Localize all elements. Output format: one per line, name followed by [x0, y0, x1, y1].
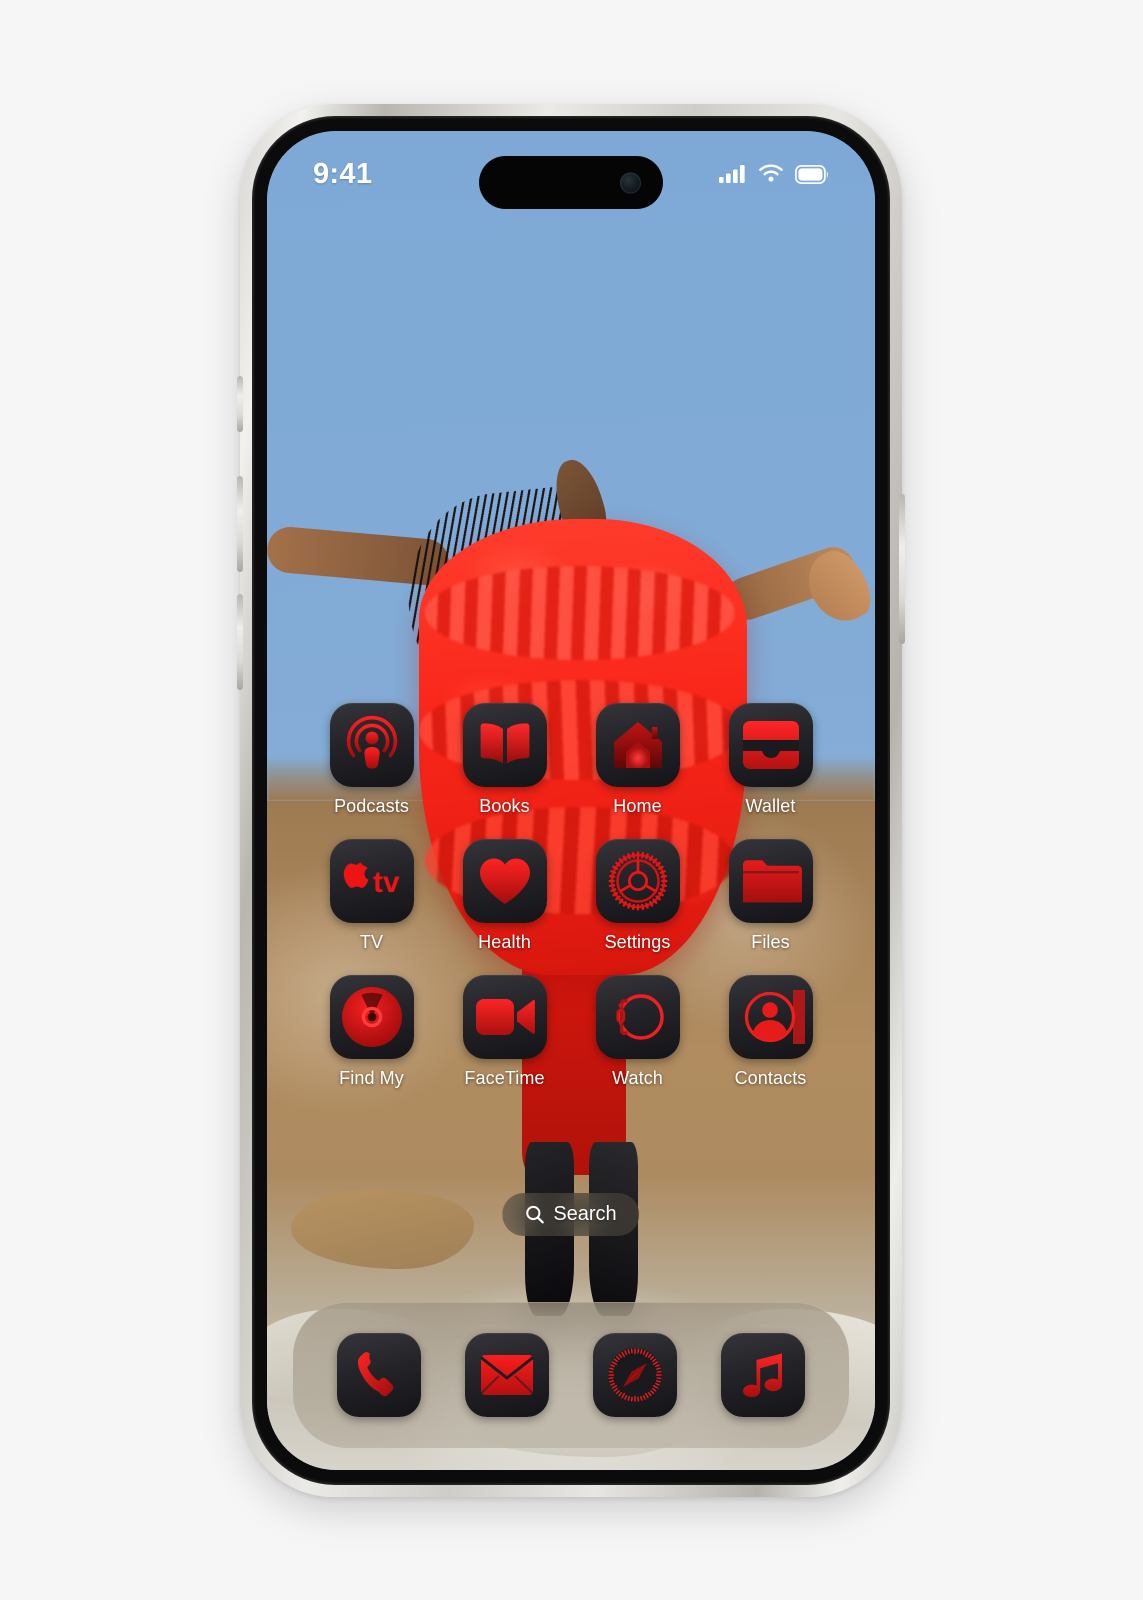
status-time: 9:41 [313, 157, 373, 190]
app-tv[interactable]: tv TV [305, 839, 438, 953]
app-home[interactable]: Home [571, 703, 704, 817]
search-button[interactable]: Search [502, 1193, 640, 1236]
wallet-icon [728, 703, 813, 787]
app-label: Watch [612, 1068, 663, 1088]
app-find-my[interactable]: Find My [305, 975, 438, 1089]
device-bezel: 9:41 Podcasts Books Home Wallet tv TV He… [252, 116, 890, 1485]
home-icon [595, 703, 680, 787]
podcasts-icon [329, 703, 414, 787]
find-my-icon [329, 975, 414, 1059]
app-files[interactable]: Files [704, 839, 837, 953]
apple-tv-icon: tv [329, 839, 414, 923]
volume-up-button[interactable] [237, 476, 243, 572]
app-wallet[interactable]: Wallet [704, 703, 837, 817]
wifi-icon [759, 164, 783, 182]
app-label: FaceTime [464, 1068, 545, 1088]
search-icon [526, 1205, 544, 1224]
app-label: TV [359, 932, 384, 952]
app-label: Find My [339, 1068, 404, 1088]
app-label: Books [479, 796, 530, 816]
health-icon [462, 839, 547, 923]
dock [293, 1302, 849, 1448]
battery-icon [795, 164, 828, 184]
watch-icon [595, 975, 680, 1059]
safari-icon [608, 1348, 662, 1402]
app-label: Health [478, 932, 531, 952]
cellular-signal-icon [719, 165, 745, 183]
music-icon [743, 1353, 782, 1398]
status-indicators [719, 164, 829, 184]
volume-down-button[interactable] [237, 594, 243, 690]
dynamic-island[interactable] [479, 156, 663, 209]
dock-item-mail[interactable] [465, 1333, 549, 1417]
phone-icon [357, 1352, 394, 1397]
app-label: Files [751, 932, 790, 952]
app-podcasts[interactable]: Podcasts [305, 703, 438, 817]
search-label: Search [553, 1203, 617, 1225]
app-watch[interactable]: Watch [571, 975, 704, 1089]
device-screen: 9:41 Podcasts Books Home Wallet tv TV He… [267, 131, 875, 1470]
dock-item-phone[interactable] [337, 1333, 421, 1417]
books-icon [462, 703, 547, 787]
dock-item-safari[interactable] [593, 1333, 677, 1417]
svg-text:tv: tv [373, 866, 400, 899]
action-button[interactable] [237, 376, 243, 432]
app-books[interactable]: Books [438, 703, 571, 817]
app-label: Contacts [734, 1068, 807, 1088]
app-settings[interactable]: Settings [571, 839, 704, 953]
files-icon [728, 839, 813, 923]
app-contacts[interactable]: Contacts [704, 975, 837, 1089]
facetime-icon [462, 975, 547, 1059]
home-screen: Podcasts Books Home Wallet tv TV Health … [267, 131, 875, 1470]
app-facetime[interactable]: FaceTime [438, 975, 571, 1089]
mail-icon [480, 1355, 534, 1395]
app-grid: Podcasts Books Home Wallet tv TV Health … [305, 703, 837, 1089]
app-label: Wallet [745, 796, 796, 816]
settings-icon [595, 839, 680, 923]
app-label: Settings [604, 932, 671, 952]
dock-item-music[interactable] [721, 1333, 805, 1417]
app-health[interactable]: Health [438, 839, 571, 953]
contacts-icon [728, 975, 813, 1059]
iphone-device: 9:41 Podcasts Books Home Wallet tv TV He… [237, 104, 905, 1497]
power-button[interactable] [899, 494, 905, 644]
front-camera-icon [620, 172, 641, 193]
app-label: Home [613, 796, 662, 816]
app-label: Podcasts [334, 796, 409, 816]
